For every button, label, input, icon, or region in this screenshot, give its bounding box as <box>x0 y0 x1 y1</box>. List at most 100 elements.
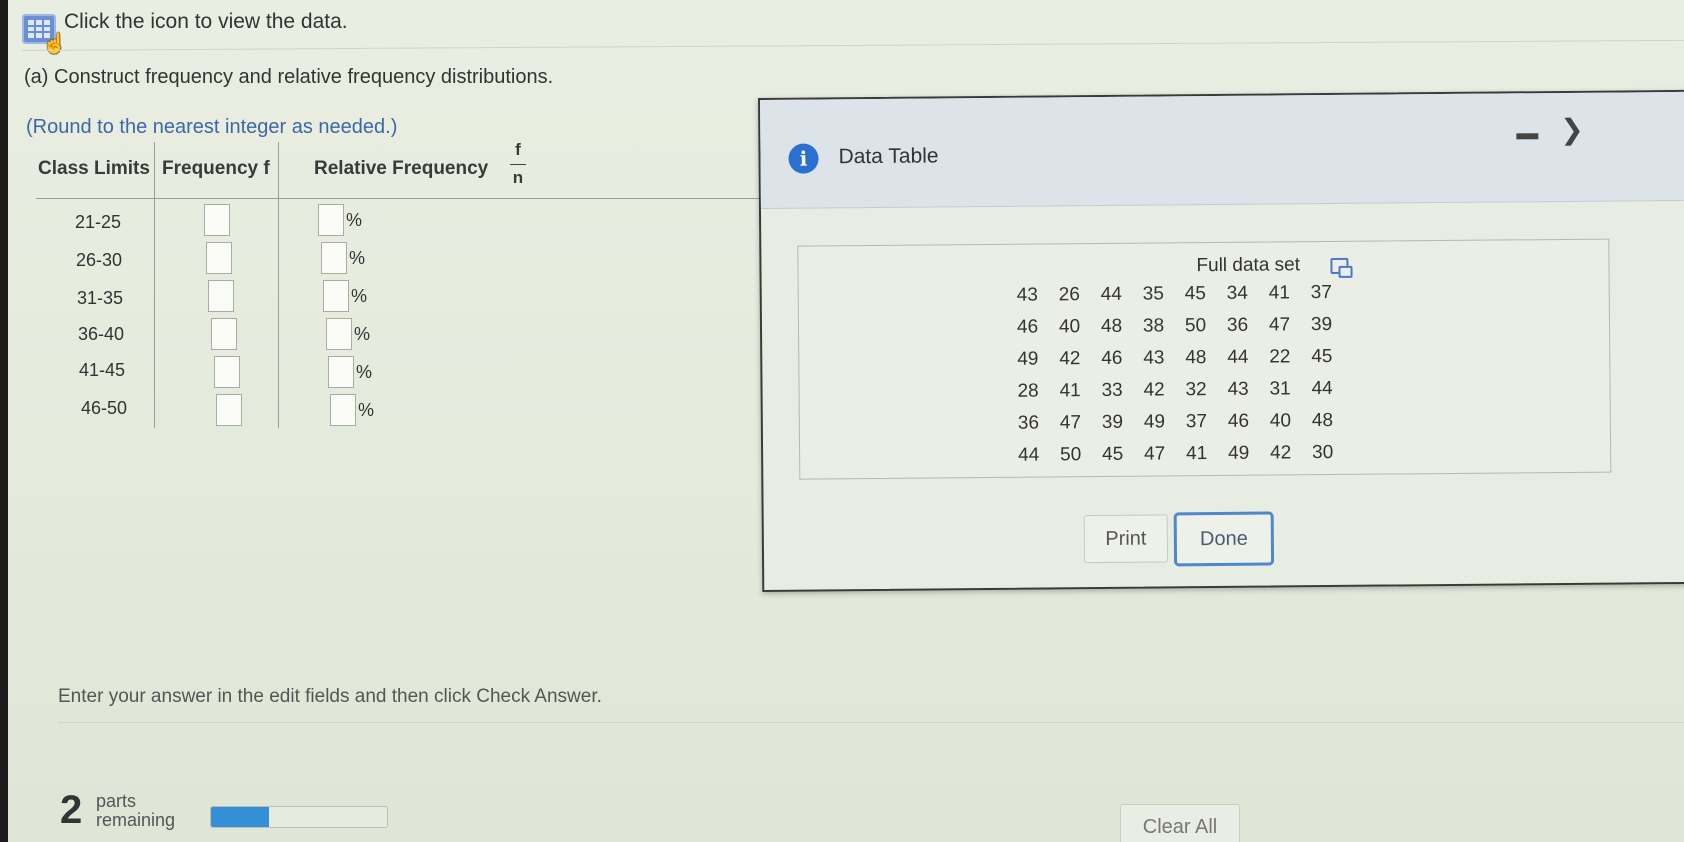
fraction-numerator: f <box>515 140 521 159</box>
frequency-input[interactable] <box>214 356 240 388</box>
percent-sign: % <box>358 400 375 420</box>
copy-data-icon[interactable] <box>1330 257 1349 275</box>
data-row: 36 47 39 49 37 46 40 48 <box>1018 410 1354 435</box>
data-value: 47 <box>1144 443 1166 465</box>
full-data-set-label: Full data set <box>1196 254 1301 277</box>
data-value: 42 <box>1059 348 1081 370</box>
data-value: 41 <box>1059 380 1081 402</box>
data-value: 48 <box>1311 409 1334 432</box>
data-row: 46 40 48 38 50 36 47 39 <box>1017 314 1353 339</box>
relative-frequency-input[interactable] <box>330 394 356 426</box>
progress-bar <box>210 806 388 828</box>
frequency-input[interactable] <box>206 242 232 274</box>
close-icon[interactable]: ❯ <box>1560 113 1584 146</box>
relative-frequency-input[interactable] <box>326 318 352 350</box>
data-value: 44 <box>1018 444 1040 466</box>
header-relative-frequency: Relative Frequency <box>314 158 489 179</box>
data-table-dialog: i Data Table ❯ Full data set 43 26 44 35 45 3… <box>758 89 1684 592</box>
percent-sign: % <box>351 286 368 306</box>
header-class-limits: Class Limits <box>38 158 150 179</box>
parts-remaining-text: parts remaining <box>96 792 175 830</box>
data-value: 39 <box>1310 313 1333 336</box>
column-divider <box>154 142 155 428</box>
dialog-header: i Data Table ❯ <box>760 91 1684 209</box>
frequency-input[interactable] <box>211 318 237 350</box>
divider <box>58 722 1684 723</box>
percent-sign: % <box>349 248 366 268</box>
data-value: 45 <box>1311 345 1333 368</box>
data-row: 44 50 45 47 41 49 42 30 <box>1018 442 1354 467</box>
frequency-input[interactable] <box>216 394 242 426</box>
parts-label: parts <box>96 791 137 811</box>
header-rule <box>36 198 764 199</box>
data-value: 32 <box>1185 379 1207 401</box>
data-value: 36 <box>1017 412 1040 434</box>
data-value: 48 <box>1185 347 1207 369</box>
data-value: 28 <box>1017 380 1039 402</box>
data-value: 44 <box>1227 346 1249 368</box>
data-value: 42 <box>1270 442 1292 464</box>
data-value: 38 <box>1142 315 1165 337</box>
class-limit-label: 26-30 <box>75 250 123 270</box>
data-value: 44 <box>1100 283 1122 306</box>
clear-all-button[interactable]: Clear All <box>1120 804 1240 842</box>
minimize-icon[interactable] <box>1516 133 1539 140</box>
data-value: 40 <box>1058 316 1081 338</box>
data-value: 43 <box>1143 347 1165 369</box>
data-value: 33 <box>1101 379 1123 402</box>
class-limit-label: 46-50 <box>80 398 128 418</box>
data-value: 34 <box>1226 282 1248 304</box>
relative-frequency-input[interactable] <box>321 242 347 274</box>
data-value: 37 <box>1185 411 1208 433</box>
enter-answer-note: Enter your answer in the edit fields and… <box>58 686 602 707</box>
data-value: 42 <box>1143 379 1165 401</box>
class-limit-label: 31-35 <box>76 288 124 308</box>
done-button[interactable]: Done <box>1173 511 1275 567</box>
print-button[interactable]: Print <box>1083 514 1169 564</box>
data-value: 31 <box>1269 378 1291 400</box>
data-value: 49 <box>1228 442 1250 464</box>
percent-sign: % <box>354 324 371 344</box>
progress-fill <box>211 807 270 827</box>
frequency-input[interactable] <box>208 280 234 312</box>
data-value: 46 <box>1227 410 1250 432</box>
part-a-question: (a) Construct frequency and relative fre… <box>24 66 554 88</box>
data-value: 47 <box>1268 314 1291 336</box>
data-value: 46 <box>1101 347 1123 370</box>
column-divider <box>278 142 279 428</box>
monitor-bezel <box>0 0 8 842</box>
data-value: 49 <box>1017 348 1039 370</box>
class-limit-label: 41-45 <box>78 360 126 380</box>
relative-frequency-input[interactable] <box>323 280 349 312</box>
data-value: 36 <box>1226 314 1249 336</box>
data-panel: Full data set 43 26 44 35 45 34 41 37 46 40 48 38 50… <box>797 238 1612 480</box>
data-value: 26 <box>1058 284 1080 306</box>
data-value: 50 <box>1060 444 1082 466</box>
fraction-denominator: n <box>512 168 524 187</box>
percent-sign: % <box>356 362 373 382</box>
data-value: 43 <box>1016 284 1038 306</box>
data-value: 22 <box>1269 346 1291 368</box>
hand-cursor-icon: ☝ <box>42 33 67 55</box>
parts-remaining-count: 2 <box>60 788 83 832</box>
fraction-f-over-n: f n <box>508 138 528 191</box>
data-value: 49 <box>1143 411 1166 433</box>
data-row: 28 41 33 42 32 43 31 44 <box>1017 378 1353 403</box>
data-value: 45 <box>1102 443 1124 466</box>
data-value: 50 <box>1184 315 1207 337</box>
round-note: (Round to the nearest integer as needed.… <box>26 116 398 138</box>
relative-frequency-input[interactable] <box>328 356 354 388</box>
frequency-input[interactable] <box>204 204 230 236</box>
percent-sign: % <box>346 210 363 230</box>
data-value: 41 <box>1186 443 1208 465</box>
data-value: 47 <box>1059 412 1082 434</box>
data-value: 30 <box>1312 441 1334 464</box>
data-row: 43 26 44 35 45 34 41 37 <box>1017 282 1353 307</box>
data-row: 49 42 46 43 48 44 22 45 <box>1017 346 1353 371</box>
main-screen: ☝ Click the icon to view the data. (a) C… <box>8 0 1684 842</box>
info-icon: i <box>788 143 819 174</box>
data-value: 39 <box>1101 411 1124 434</box>
data-value: 48 <box>1100 315 1123 338</box>
relative-frequency-input[interactable] <box>318 204 344 236</box>
data-value: 43 <box>1227 378 1249 400</box>
